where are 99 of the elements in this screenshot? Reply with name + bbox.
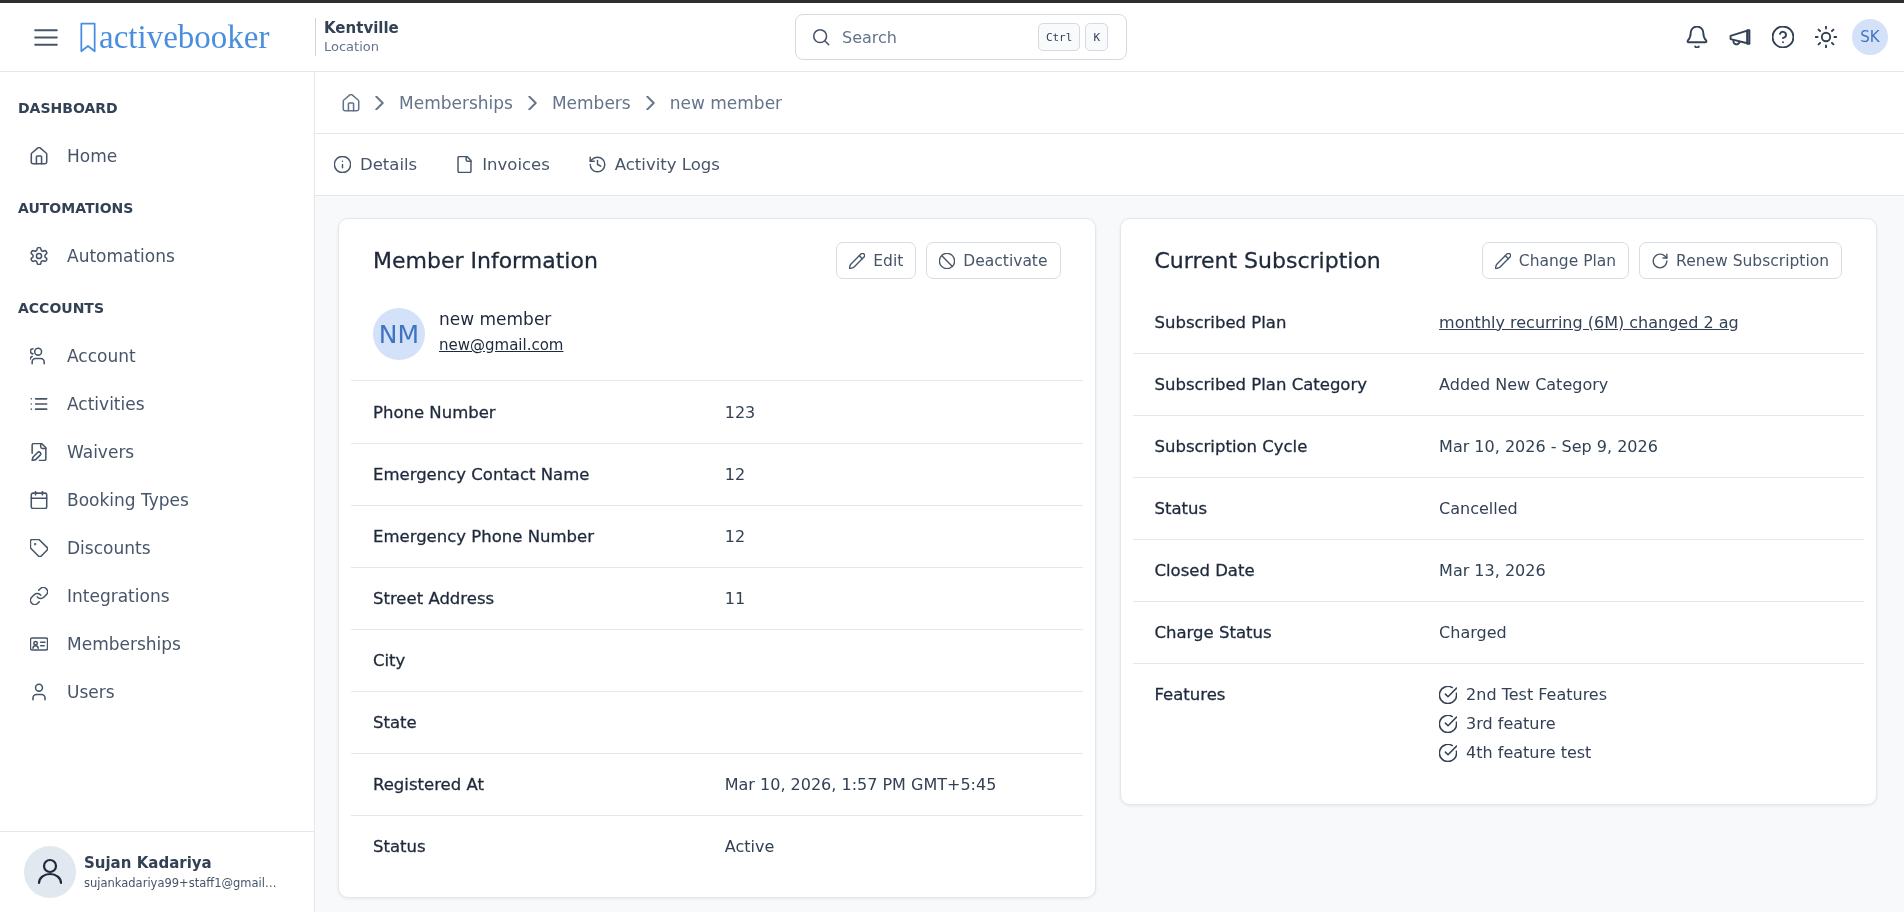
link-icon bbox=[30, 587, 48, 605]
check-circle-icon bbox=[1439, 686, 1458, 704]
feature-item: 3rd feature bbox=[1466, 713, 1556, 735]
house-icon bbox=[30, 147, 48, 165]
change-plan-button[interactable]: Change Plan bbox=[1481, 242, 1630, 279]
field-label: Closed Date bbox=[1154, 561, 1256, 580]
tab[interactable]: Activity Logs bbox=[588, 134, 720, 195]
field-label: City bbox=[373, 651, 407, 670]
field-label: Status bbox=[1154, 499, 1209, 518]
sidebar-item[interactable]: Integrations bbox=[12, 572, 302, 620]
user-avatar[interactable]: SK bbox=[1852, 19, 1888, 55]
field-value: Mar 10, 2026 - Sep 9, 2026 bbox=[1439, 437, 1659, 456]
member-name: new member bbox=[439, 308, 552, 329]
field-label: Subscribed Plan bbox=[1154, 312, 1288, 332]
user-icon bbox=[30, 683, 48, 701]
deactivate-button[interactable]: Deactivate bbox=[926, 242, 1061, 279]
sidebar-item[interactable]: Account bbox=[12, 332, 302, 380]
help-icon[interactable] bbox=[1772, 26, 1794, 48]
user-silhouette-icon[interactable] bbox=[24, 846, 76, 898]
field-label: Emergency Contact Name bbox=[373, 465, 591, 484]
sidebar-item[interactable]: Memberships bbox=[12, 620, 302, 668]
edit-button[interactable]: Edit bbox=[836, 242, 917, 279]
field-value: Charged bbox=[1439, 623, 1508, 642]
section-heading: AUTOMATIONS bbox=[17, 199, 135, 218]
sun-icon[interactable] bbox=[1815, 26, 1837, 48]
field-value: 12 bbox=[724, 465, 747, 484]
section-heading: DASHBOARD bbox=[17, 99, 119, 118]
field-label: Subscribed Plan Category bbox=[1154, 375, 1368, 394]
renew-button[interactable]: Renew Subscription bbox=[1639, 242, 1842, 279]
member-avatar: NM bbox=[373, 308, 425, 360]
home-icon[interactable] bbox=[342, 93, 360, 112]
field-label: Subscription Cycle bbox=[1154, 437, 1309, 456]
ban-icon bbox=[939, 252, 956, 269]
location-name: Kentville bbox=[324, 18, 399, 38]
card-title: Current Subscription bbox=[1154, 248, 1381, 273]
tab[interactable]: Invoices bbox=[456, 134, 550, 195]
user-name: Sujan Kadariya bbox=[84, 854, 213, 872]
users-icon bbox=[30, 347, 48, 365]
pencil-icon bbox=[1494, 252, 1511, 269]
field-label: Status bbox=[373, 837, 427, 856]
search-input[interactable]: Search bbox=[842, 27, 1026, 47]
breadcrumb-link[interactable]: Memberships bbox=[399, 92, 513, 113]
field-label: Phone Number bbox=[373, 402, 497, 422]
card-title: Member Information bbox=[373, 248, 598, 273]
refresh-icon bbox=[1652, 252, 1669, 269]
tab[interactable]: Details bbox=[334, 134, 418, 195]
field-label: Emergency Phone Number bbox=[373, 527, 595, 546]
field-value: 11 bbox=[724, 589, 747, 608]
chevron-right-icon bbox=[527, 95, 537, 110]
calendar-icon bbox=[30, 491, 48, 509]
field-label: Registered At bbox=[373, 775, 485, 794]
field-value: 12 bbox=[724, 527, 747, 546]
breadcrumb-current: new member bbox=[669, 92, 783, 113]
sidebar-item[interactable]: Discounts bbox=[12, 524, 302, 572]
info-icon bbox=[334, 156, 351, 173]
keyboard-key: Ctrl bbox=[1037, 23, 1081, 51]
sidebar-item[interactable]: Automations bbox=[12, 232, 302, 280]
field-value: Added New Category bbox=[1439, 375, 1610, 394]
field-value: Mar 10, 2026, 1:57 PM GMT+5:45 bbox=[724, 775, 998, 794]
field-label: Features bbox=[1154, 684, 1227, 706]
keyboard-key: K bbox=[1085, 23, 1108, 51]
member-email-link[interactable]: new@gmail.com bbox=[439, 335, 564, 354]
pencil-icon bbox=[849, 252, 866, 269]
field-value: Mar 13, 2026 bbox=[1439, 561, 1547, 580]
id-card-icon bbox=[30, 635, 48, 653]
megaphone-icon[interactable] bbox=[1729, 26, 1751, 48]
location-caption: Location bbox=[324, 38, 380, 56]
field-label: Street Address bbox=[373, 589, 496, 608]
field-label: Charge Status bbox=[1154, 623, 1273, 642]
field-value: 123 bbox=[724, 402, 757, 422]
chevron-right-icon bbox=[645, 95, 655, 110]
sidebar-item[interactable]: Users bbox=[12, 668, 302, 716]
sidebar-item[interactable]: Activities bbox=[12, 380, 302, 428]
history-icon bbox=[588, 156, 606, 173]
field-label: State bbox=[373, 713, 418, 732]
sidebar-item[interactable]: Waivers bbox=[12, 428, 302, 476]
user-email: sujankadariya99+staff1@gmail… bbox=[84, 876, 277, 890]
section-heading: ACCOUNTS bbox=[17, 299, 105, 318]
file-icon bbox=[456, 156, 474, 173]
field-value: Active bbox=[724, 837, 776, 856]
ribbon-logo-icon bbox=[80, 22, 96, 53]
breadcrumb-link[interactable]: Members bbox=[551, 92, 631, 113]
bell-icon[interactable] bbox=[1686, 26, 1708, 48]
menu-icon[interactable] bbox=[34, 28, 58, 46]
list-icon bbox=[30, 395, 48, 413]
search-bar[interactable]: Search Ctrl K bbox=[795, 14, 1127, 60]
check-circle-icon bbox=[1439, 715, 1458, 733]
sidebar-item[interactable]: Booking Types bbox=[12, 476, 302, 524]
check-circle-icon bbox=[1439, 744, 1458, 762]
gear-icon bbox=[30, 247, 48, 265]
file-pen-icon bbox=[30, 443, 48, 461]
chevron-right-icon bbox=[375, 95, 384, 110]
feature-item: 4th feature test bbox=[1466, 742, 1592, 764]
tag-icon bbox=[30, 539, 48, 557]
field-value: Cancelled bbox=[1439, 499, 1519, 518]
feature-item: 2nd Test Features bbox=[1466, 684, 1608, 706]
sidebar-item[interactable]: Home bbox=[12, 132, 302, 180]
plan-link[interactable]: monthly recurring (6M) changed 2 ag bbox=[1439, 312, 1739, 332]
search-icon bbox=[812, 28, 830, 46]
